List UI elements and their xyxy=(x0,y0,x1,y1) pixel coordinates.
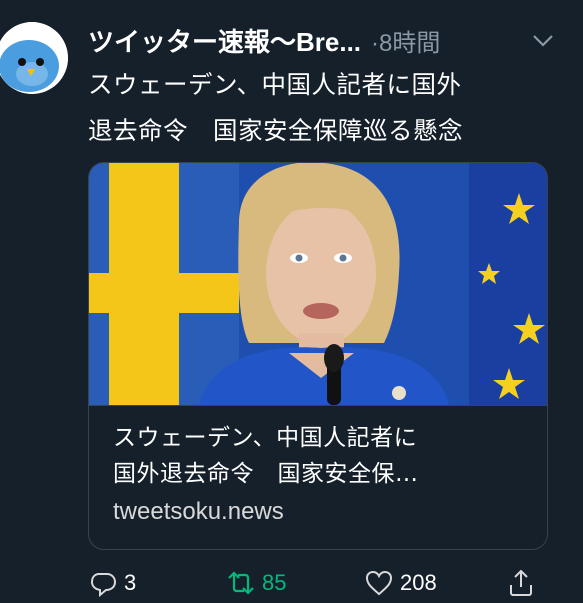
share-button[interactable] xyxy=(506,568,536,598)
like-icon xyxy=(365,570,393,596)
chevron-down-icon[interactable] xyxy=(531,30,555,50)
tweet-timestamp[interactable]: ·8時間 xyxy=(371,23,440,58)
retweet-count: 85 xyxy=(262,570,287,595)
reply-icon xyxy=(90,573,117,598)
account-name[interactable]: ツイッター速報〜Bre... xyxy=(88,22,361,59)
card-domain: tweetsoku.news xyxy=(113,498,284,525)
like-count: 208 xyxy=(400,570,437,595)
tweet-header: ツイッター速報〜Bre... ·8時間 xyxy=(88,22,571,58)
retweet-button[interactable]: 85 xyxy=(226,568,286,598)
card-title: スウェーデン、中国人記者に 国外退去命令 国家安全保… xyxy=(113,425,419,487)
card-image xyxy=(89,163,547,406)
link-card[interactable]: スウェーデン、中国人記者に 国外退去命令 国家安全保… tweetsoku.ne… xyxy=(88,162,548,550)
reply-button[interactable]: 3 xyxy=(88,568,136,598)
reply-count: 3 xyxy=(124,570,137,595)
tweet-text: スウェーデン、中国人記者に国外 退去命令 国家安全保障巡る懸念 xyxy=(88,70,463,145)
share-icon xyxy=(510,569,532,596)
tweet-actions: 3 85 208 xyxy=(88,568,558,602)
avatar[interactable] xyxy=(0,22,68,94)
bird-avatar-icon xyxy=(0,22,68,94)
retweet-icon xyxy=(228,571,254,595)
like-button[interactable]: 208 xyxy=(364,568,437,598)
